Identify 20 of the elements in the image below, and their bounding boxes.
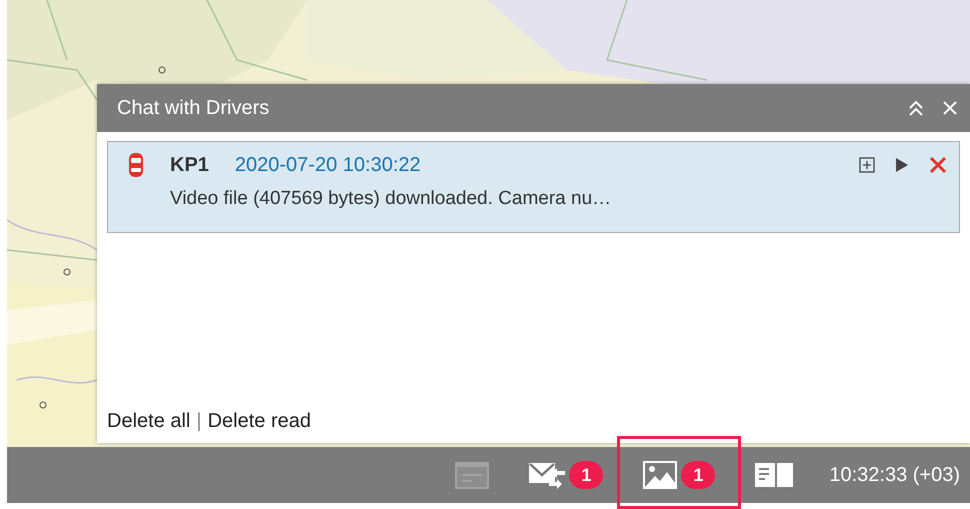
car-icon (128, 152, 144, 178)
delete-button[interactable] (929, 156, 947, 174)
link-separator: | (196, 410, 202, 433)
layout-icon (755, 463, 794, 487)
sender-name: KP1 (170, 154, 209, 176)
count-badge: 1 (681, 461, 716, 489)
status-bar-button[interactable]: 1 (623, 447, 736, 503)
count-badge: 1 (569, 461, 604, 489)
expand-button[interactable] (859, 157, 875, 173)
status-bar-button[interactable]: 1 (509, 447, 624, 503)
message-time: 2020-07-20 10:30:22 (234, 154, 422, 176)
delete-link[interactable]: Delete all (107, 410, 190, 433)
delete-link[interactable]: Delete read (208, 410, 311, 433)
mail-exchange-icon (529, 461, 566, 489)
play-button[interactable] (895, 157, 909, 173)
clock-time: 10:32:33 (+03) (829, 464, 960, 486)
message-text: Video file (407569 bytes) downloaded. Camera nu… (170, 188, 612, 210)
image-icon (643, 461, 678, 489)
message-card-icon (455, 462, 490, 488)
panel-title: Chat with Drivers (117, 96, 270, 120)
